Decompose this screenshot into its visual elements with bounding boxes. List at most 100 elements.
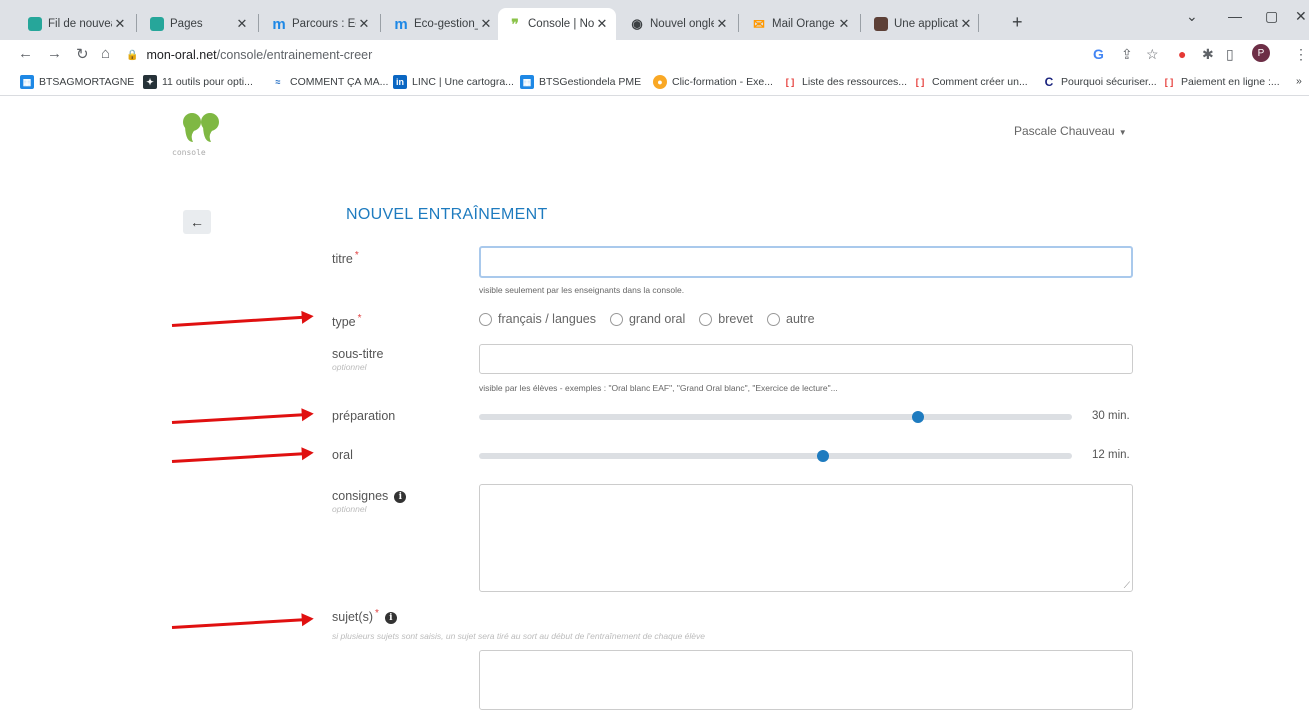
tab-pages[interactable]: Pages ✕ (140, 8, 256, 40)
tab-fil-de-nouveautes[interactable]: Fil de nouveau ✕ (18, 8, 134, 40)
app-icon (874, 17, 888, 31)
bookmark-item[interactable]: [ ] Comment créer un... (913, 75, 1028, 89)
bookmark-item[interactable]: in LINC | Une cartogra... (393, 75, 514, 89)
url-field[interactable]: 🔒 mon-oral.net/console/entrainement-cree… (126, 43, 1126, 67)
tab-title: Fil de nouveau (48, 18, 112, 30)
url-path: /console/entrainement-creer (216, 48, 373, 62)
home-icon[interactable]: ⌂ (101, 45, 110, 62)
back-icon[interactable]: ← (18, 45, 33, 62)
bookmark-item[interactable]: ● Clic-formation - Exe... (653, 75, 773, 89)
share-icon[interactable]: ⇪ (1121, 46, 1133, 63)
back-button[interactable]: ← (183, 210, 211, 234)
required-marker: * (357, 313, 362, 324)
sidebar-icon[interactable]: ▯ (1226, 46, 1234, 63)
bookmark-item[interactable]: ≈ COMMENT ÇA MA... (271, 75, 389, 89)
profile-avatar[interactable]: P (1252, 44, 1270, 62)
adblock-icon[interactable]: ● (1178, 46, 1186, 62)
menu-icon[interactable]: ⋮ (1294, 46, 1308, 63)
type-option-brevet[interactable]: brevet (699, 312, 753, 326)
preparation-slider[interactable] (479, 411, 1072, 423)
sujets-textarea[interactable] (479, 650, 1133, 710)
close-icon[interactable]: ✕ (958, 16, 974, 32)
close-icon[interactable]: ✕ (836, 16, 852, 32)
consignes-label: consignes i (332, 489, 407, 503)
type-option-autre[interactable]: autre (767, 312, 815, 326)
close-icon[interactable]: ✕ (594, 16, 610, 32)
preparation-slider-handle[interactable] (911, 411, 924, 423)
type-option-grand-oral[interactable]: grand oral (609, 312, 685, 326)
bookmark-label: Comment créer un... (932, 76, 1028, 88)
arrow-left-icon: ← (190, 214, 204, 230)
titre-input[interactable] (479, 246, 1133, 278)
radio-button[interactable] (609, 312, 623, 326)
oral-value: 12 min. (1092, 449, 1130, 461)
bookmark-item[interactable]: C Pourquoi sécuriser... (1042, 75, 1157, 89)
sous-titre-input[interactable] (479, 344, 1133, 374)
close-window-icon[interactable]: ✕ (1295, 8, 1307, 25)
close-icon[interactable]: ✕ (112, 16, 128, 32)
close-icon[interactable]: ✕ (356, 16, 372, 32)
extensions-icon[interactable]: ✱ (1202, 46, 1214, 63)
google-icon[interactable]: G (1093, 46, 1104, 62)
consignes-optional: optionnel (332, 504, 367, 514)
bookmark-label: 11 outils pour opti... (162, 76, 253, 88)
tab-mail-orange[interactable]: ✉ Mail Orange ✕ (742, 8, 858, 40)
user-menu[interactable]: Pascale Chauveau ▼ (1014, 124, 1127, 138)
oral-slider[interactable] (479, 450, 1072, 462)
tab-eco-gestion[interactable]: m Eco-gestion_f ✕ (384, 8, 500, 40)
new-tab-button[interactable]: + (1012, 12, 1023, 33)
bookmark-star-icon[interactable]: ☆ (1146, 46, 1159, 63)
bracket-icon: [ ] (1164, 77, 1174, 87)
bracket-icon: [ ] (915, 77, 925, 87)
mail-icon: ✉ (753, 15, 765, 32)
radio-button[interactable] (767, 312, 781, 326)
more-bookmarks-icon[interactable]: » (1296, 75, 1302, 87)
bookmark-item[interactable]: ✦ 11 outils pour opti... (143, 75, 253, 89)
annotation-arrow (171, 412, 310, 424)
radio-button[interactable] (699, 312, 713, 326)
site-icon (28, 17, 42, 31)
annotation-arrow (171, 451, 310, 463)
forward-icon[interactable]: → (47, 45, 62, 62)
browser-tab-bar: Fil de nouveau ✕ Pages ✕ m Parcours : Ec… (0, 0, 1309, 40)
restore-icon[interactable]: ▢ (1265, 8, 1278, 25)
caret-down-icon: ▼ (1118, 128, 1127, 137)
close-icon[interactable]: ✕ (234, 16, 250, 32)
close-icon[interactable]: ✕ (478, 16, 494, 32)
tab-nouvel-onglet[interactable]: ◉ Nouvel onglet ✕ (620, 8, 736, 40)
circle-icon: ● (653, 75, 667, 89)
bookmark-item[interactable]: [ ] Paiement en ligne :... (1162, 75, 1280, 89)
tab-mon-oral[interactable] (980, 8, 1000, 40)
tab-parcours[interactable]: m Parcours : Eco ✕ (262, 8, 378, 40)
required-marker: * (354, 250, 359, 261)
oral-slider-handle[interactable] (816, 450, 829, 462)
m-icon: m (272, 15, 286, 33)
bracket-icon: [ ] (785, 77, 795, 87)
mon-oral-icon: ❞ (511, 15, 519, 32)
mon-oral-logo-icon[interactable] (183, 108, 219, 144)
address-bar-row: ← → ↻ ⌂ 🔒 mon-oral.net/console/entrainem… (0, 40, 1309, 70)
bookmark-label: Paiement en ligne :... (1181, 76, 1280, 88)
tab-search-icon[interactable]: ⌄ (1186, 8, 1198, 25)
bookmark-label: COMMENT ÇA MA... (290, 76, 389, 88)
tab-title: Parcours : Eco (292, 18, 356, 30)
info-icon[interactable]: i (384, 611, 397, 624)
bookmark-label: LINC | Une cartogra... (412, 76, 514, 88)
tab-une-application[interactable]: Une applicatio ✕ (864, 8, 980, 40)
info-icon[interactable]: i (394, 490, 407, 503)
bookmark-item[interactable]: ▦ BTSGestiondela PME (520, 75, 641, 89)
grid-icon: ▦ (20, 75, 34, 89)
resize-handle-icon[interactable]: ⟋ (1124, 580, 1130, 591)
minimize-icon[interactable]: — (1228, 8, 1242, 24)
consignes-textarea[interactable]: ⟋ (479, 484, 1133, 592)
preparation-label: préparation (332, 409, 396, 423)
oral-label: oral (332, 448, 353, 462)
close-icon[interactable]: ✕ (714, 16, 730, 32)
tab-console[interactable]: ❞ Console | Nou ✕ (498, 8, 616, 40)
site-icon (150, 17, 164, 31)
radio-button[interactable] (479, 312, 492, 326)
reload-icon[interactable]: ↻ (76, 45, 89, 63)
bookmark-item[interactable]: [ ] Liste des ressources... (783, 75, 907, 89)
bookmark-item[interactable]: ▦ BTSAGMORTAGNE (20, 75, 134, 89)
type-option-francais[interactable]: français / langues (479, 312, 596, 326)
